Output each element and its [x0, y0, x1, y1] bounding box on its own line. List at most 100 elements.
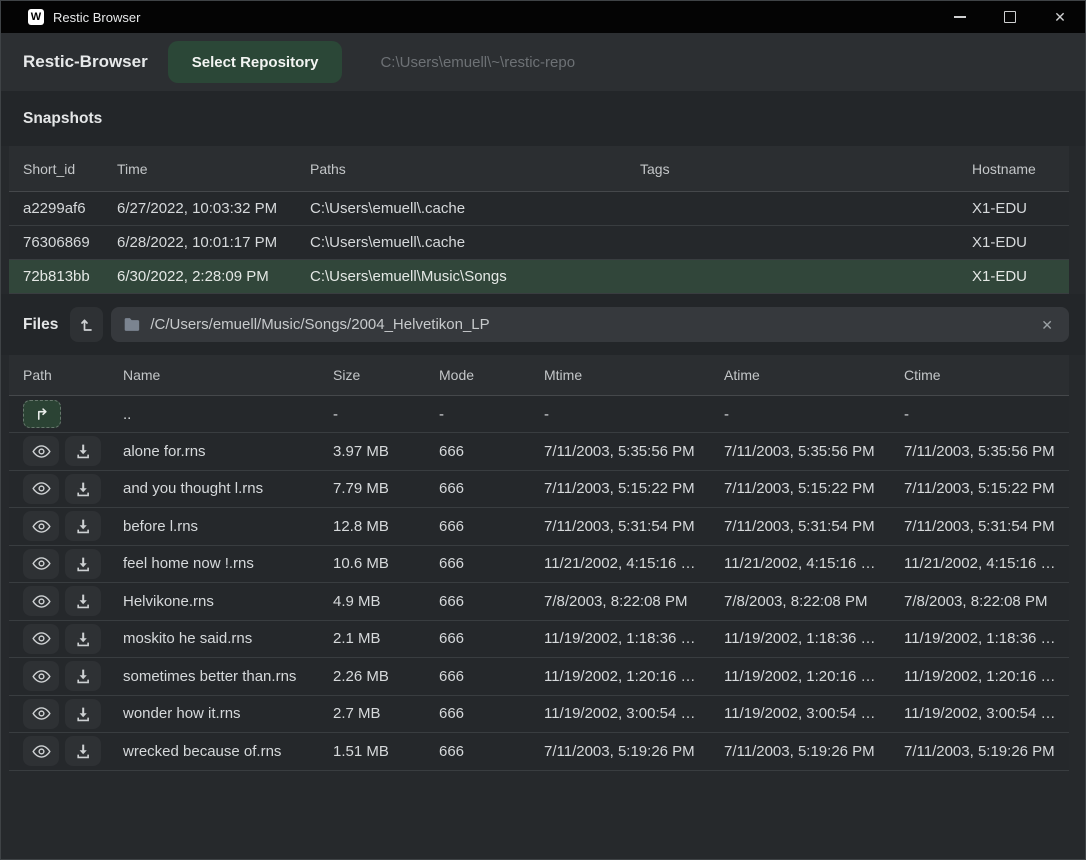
download-icon: [75, 593, 91, 609]
file-name: wrecked because of.rns: [123, 743, 333, 760]
file-size: 7.79 MB: [333, 480, 439, 497]
download-icon: [75, 706, 91, 722]
dump-file-button[interactable]: [65, 736, 101, 766]
file-name: feel home now !.rns: [123, 555, 333, 572]
file-mode: 666: [439, 555, 544, 572]
file-mode: 666: [439, 518, 544, 535]
download-icon: [75, 743, 91, 759]
parent-dir-name: ..: [123, 406, 333, 423]
file-size: 12.8 MB: [333, 518, 439, 535]
file-size: 2.7 MB: [333, 705, 439, 722]
close-icon: ✕: [1054, 10, 1066, 24]
dump-file-button[interactable]: [65, 549, 101, 579]
file-name: and you thought l.rns: [123, 480, 333, 497]
titlebar[interactable]: W Restic Browser ✕: [1, 1, 1085, 33]
eye-icon: [32, 519, 51, 534]
dump-file-button[interactable]: [65, 474, 101, 504]
file-row: and you thought l.rns 7.79 MB 666 7/11/2…: [9, 471, 1069, 509]
up-level-button[interactable]: [70, 307, 103, 342]
file-name: before l.rns: [123, 518, 333, 535]
column-atime: Atime: [724, 367, 904, 383]
file-ctime: 7/11/2003, 5:31:54 PM: [904, 518, 1069, 535]
file-atime: 11/21/2002, 4:15:16 …: [724, 555, 904, 572]
view-file-button[interactable]: [23, 699, 59, 729]
column-time: Time: [117, 161, 310, 177]
view-file-button[interactable]: [23, 624, 59, 654]
file-atime: 7/11/2003, 5:15:22 PM: [724, 480, 904, 497]
snapshot-hostname: X1-EDU: [972, 200, 1069, 217]
clear-path-button[interactable]: ✕: [1037, 316, 1057, 334]
file-size: 1.51 MB: [333, 743, 439, 760]
view-file-button[interactable]: [23, 661, 59, 691]
dump-file-button[interactable]: [65, 624, 101, 654]
parent-directory-row: .. - - - - -: [9, 396, 1069, 433]
parent-dir-atime: -: [724, 406, 904, 423]
snapshot-row[interactable]: 72b813bb 6/30/2022, 2:28:09 PM C:\Users\…: [9, 260, 1069, 294]
snapshot-hostname: X1-EDU: [972, 234, 1069, 251]
close-button[interactable]: ✕: [1035, 1, 1085, 33]
files-section-header: Files /C/Users/emuell/Music/Songs/2004_H…: [1, 294, 1085, 355]
file-path-bar[interactable]: /C/Users/emuell/Music/Songs/2004_Helveti…: [111, 307, 1069, 342]
file-mtime: 7/11/2003, 5:35:56 PM: [544, 443, 724, 460]
file-row: Helvikone.rns 4.9 MB 666 7/8/2003, 8:22:…: [9, 583, 1069, 621]
snapshot-row[interactable]: 76306869 6/28/2022, 10:01:17 PM C:\Users…: [9, 226, 1069, 260]
download-icon: [75, 443, 91, 459]
folder-icon: [123, 317, 140, 332]
view-file-button[interactable]: [23, 436, 59, 466]
view-file-button[interactable]: [23, 736, 59, 766]
eye-icon: [32, 481, 51, 496]
snapshot-time: 6/30/2022, 2:28:09 PM: [117, 268, 310, 285]
parent-dir-ctime: -: [904, 406, 1069, 423]
eye-icon: [32, 556, 51, 571]
snapshot-row[interactable]: a2299af6 6/27/2022, 10:03:32 PM C:\Users…: [9, 192, 1069, 226]
view-file-button[interactable]: [23, 586, 59, 616]
download-icon: [75, 668, 91, 684]
file-atime: 7/11/2003, 5:35:56 PM: [724, 443, 904, 460]
file-size: 2.26 MB: [333, 668, 439, 685]
file-name: sometimes better than.rns: [123, 668, 333, 685]
download-icon: [75, 481, 91, 497]
file-atime: 11/19/2002, 1:18:36 …: [724, 630, 904, 647]
dump-file-button[interactable]: [65, 586, 101, 616]
view-file-button[interactable]: [23, 511, 59, 541]
file-atime: 7/8/2003, 8:22:08 PM: [724, 593, 904, 610]
dump-file-button[interactable]: [65, 511, 101, 541]
eye-icon: [32, 444, 51, 459]
column-path: Path: [23, 367, 123, 383]
file-name: wonder how it.rns: [123, 705, 333, 722]
parent-dir-mode: -: [439, 406, 544, 423]
eye-icon: [32, 744, 51, 759]
download-icon: [75, 631, 91, 647]
clear-path-icon: ✕: [1041, 317, 1053, 333]
file-mode: 666: [439, 593, 544, 610]
column-short-id: Short_id: [23, 161, 117, 177]
file-atime: 7/11/2003, 5:31:54 PM: [724, 518, 904, 535]
dump-file-button[interactable]: [65, 699, 101, 729]
dump-file-button[interactable]: [65, 436, 101, 466]
file-mode: 666: [439, 743, 544, 760]
snapshots-table-header: Short_id Time Paths Tags Hostname: [9, 146, 1069, 192]
maximize-button[interactable]: [985, 1, 1035, 33]
file-row: feel home now !.rns 10.6 MB 666 11/21/20…: [9, 546, 1069, 584]
view-file-button[interactable]: [23, 549, 59, 579]
window-controls: ✕: [935, 1, 1085, 33]
navigate-parent-button[interactable]: [23, 400, 61, 428]
eye-icon: [32, 631, 51, 646]
snapshot-short-id: 76306869: [23, 234, 117, 251]
snapshot-hostname: X1-EDU: [972, 268, 1069, 285]
file-row: sometimes better than.rns 2.26 MB 666 11…: [9, 658, 1069, 696]
file-ctime: 7/8/2003, 8:22:08 PM: [904, 593, 1069, 610]
repository-path: C:\Users\emuell\~\restic-repo: [380, 54, 575, 71]
dump-file-button[interactable]: [65, 661, 101, 691]
file-mode: 666: [439, 630, 544, 647]
file-mtime: 11/19/2002, 1:18:36 …: [544, 630, 724, 647]
eye-icon: [32, 706, 51, 721]
view-file-button[interactable]: [23, 474, 59, 504]
minimize-button[interactable]: [935, 1, 985, 33]
file-mtime: 11/21/2002, 4:15:16 …: [544, 555, 724, 572]
select-repository-button[interactable]: Select Repository: [168, 41, 343, 83]
app-title: Restic-Browser: [23, 52, 148, 72]
file-ctime: 11/19/2002, 3:00:54 …: [904, 705, 1069, 722]
file-ctime: 7/11/2003, 5:15:22 PM: [904, 480, 1069, 497]
file-mtime: 7/8/2003, 8:22:08 PM: [544, 593, 724, 610]
